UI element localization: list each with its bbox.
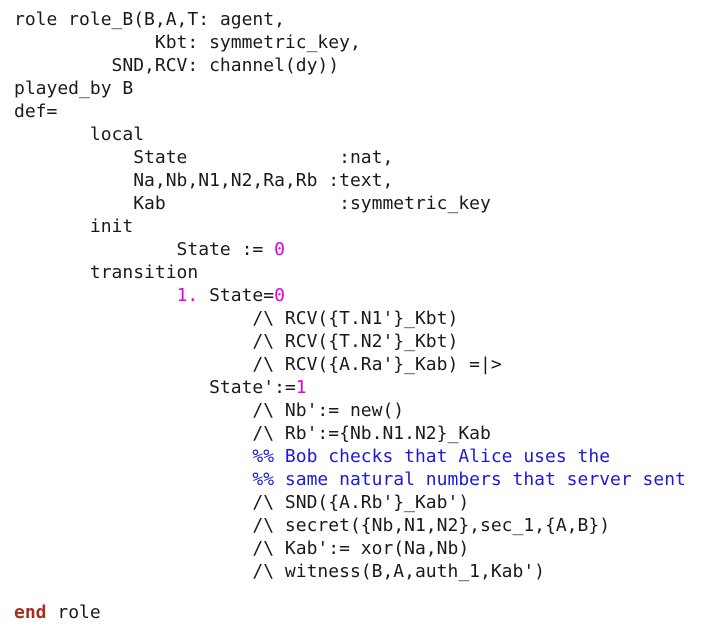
new-state-number: 1	[295, 377, 307, 398]
init-state-number: 0	[274, 239, 285, 260]
code-line-init-assign: State := 0	[14, 238, 285, 261]
transition-step-number: 1.	[176, 285, 199, 306]
code-line-rcv-n1: /\ RCV({T.N1'}_Kbt)	[14, 308, 459, 329]
code-line-secret: /\ secret({Nb,N1,N2},sec_1,{A,B})	[14, 515, 611, 536]
code-line-rb-assign: /\ Rb':={Nb.N1.N2}_Kab	[14, 423, 491, 444]
code-line-local: local	[14, 124, 145, 145]
code-line-def: def=	[14, 101, 58, 122]
code-line-kbt-param: Kbt: symmetric_key,	[14, 32, 361, 53]
code-line-init: init	[14, 216, 134, 237]
transition-indent	[14, 285, 177, 306]
code-line-played-by: played_by B	[14, 78, 134, 99]
code-line-kab-xor: /\ Kab':= xor(Na,Nb)	[14, 538, 470, 559]
init-assign-text: State :=	[14, 239, 275, 260]
end-keyword: end	[14, 602, 47, 623]
code-line-channel-param: SND,RCV: channel(dy))	[14, 55, 340, 76]
end-role-suffix: role	[46, 602, 101, 623]
state-update-text: State':=	[14, 377, 296, 398]
code-line-state-decl: State :nat,	[14, 147, 394, 168]
code-line-kab-decl: Kab :symmetric_key	[14, 193, 491, 214]
code-line-nb-new: /\ Nb':= new()	[14, 400, 405, 421]
code-line-snd: /\ SND({A.Rb'}_Kab')	[14, 492, 470, 513]
code-comment-line-1: %% Bob checks that Alice uses the	[14, 446, 611, 467]
code-line-transition: transition	[14, 262, 199, 283]
code-line-witness: /\ witness(B,A,auth_1,Kab')	[14, 561, 546, 582]
code-line-rcv-ra: /\ RCV({A.Ra'}_Kab) =|>	[14, 354, 502, 375]
code-editor[interactable]: role role_B(B,A,T: agent, Kbt: symmetric…	[0, 0, 714, 629]
code-line-rcv-n2: /\ RCV({T.N2'}_Kbt)	[14, 331, 459, 352]
transition-guard-text: State=	[198, 285, 275, 306]
code-line-end-role: end role	[14, 601, 101, 624]
code-line-role-signature: role role_B(B,A,T: agent,	[14, 9, 285, 30]
code-line-transition-step: 1. State=0	[14, 284, 285, 307]
code-comment-line-2: %% same natural numbers that server sent	[14, 469, 686, 490]
code-line-state-update: State':=1	[14, 376, 307, 399]
code-line-text-decl: Na,Nb,N1,N2,Ra,Rb :text,	[14, 170, 394, 191]
transition-guard-number: 0	[274, 285, 285, 306]
